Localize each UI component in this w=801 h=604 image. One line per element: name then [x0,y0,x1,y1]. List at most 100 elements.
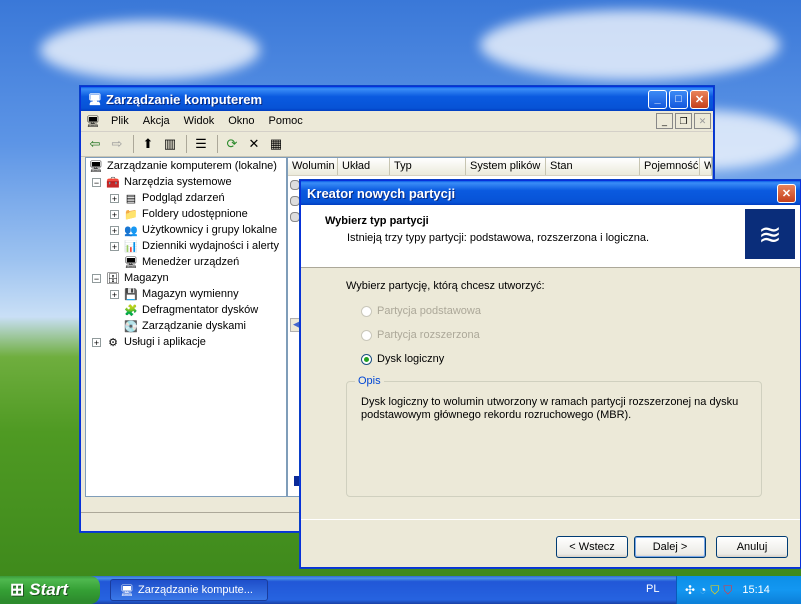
tree-node-icon: 👥 [124,224,138,237]
menubar: 🖥 Plik Akcja Widok Okno Pomoc _ ❐ ✕ [81,111,713,132]
wizard-close-button[interactable]: ✕ [777,183,796,203]
column-header-row: Wolumin Układ Typ System plików Stan Poj… [288,158,712,176]
child-restore-button[interactable]: ❐ [675,113,692,129]
main-titlebar[interactable]: 🖥 Zarządzanie komputerem _ □ ✕ [81,87,713,111]
column-header[interactable]: Typ [390,158,466,175]
delete-icon[interactable]: ✕ [244,134,264,154]
group-label: Opis [355,375,384,387]
task-label: Zarządzanie kompute... [138,584,253,596]
tree-node[interactable]: − 🧰 Narzędzia systemowe [86,174,286,190]
tree-node-icon: ⚙ [108,336,118,349]
tree-node[interactable]: − 🗄 Magazyn [86,270,286,286]
disk-stack-icon: ≋ [745,209,795,259]
expand-icon[interactable]: + [110,193,119,203]
tree-node[interactable]: 💽 Zarządzanie dyskami [86,318,286,334]
expand-icon[interactable]: + [92,337,101,347]
column-header[interactable]: Pojemność [640,158,700,175]
volume-rows [290,180,300,222]
minimize-button[interactable]: _ [648,89,667,109]
tree-node[interactable]: 🖥 Menedżer urządzeń [86,254,286,270]
expand-icon[interactable]: + [110,289,119,299]
cancel-button[interactable]: Anuluj [716,536,788,558]
radio-button[interactable] [361,305,372,317]
menu-okno[interactable]: Okno [221,115,261,127]
expand-icon[interactable]: + [110,209,119,219]
cloud [480,10,780,80]
radio-label: Partycja podstawowa [377,305,481,317]
properties-icon[interactable]: ☰ [191,134,211,154]
menu-pomoc[interactable]: Pomoc [262,115,310,127]
description-text: Dysk logiczny to wolumin utworzony w ram… [361,396,739,421]
tree-node[interactable]: + ⚙ Usługi i aplikacje [86,334,286,350]
back-button[interactable]: < Wstecz [556,536,628,558]
radio-button[interactable] [361,329,372,341]
disk-icon [290,180,300,190]
tree-node[interactable]: + ▤ Podgląd zdarzeń [86,190,286,206]
tree-node-icon: 🖥 [89,160,103,173]
maximize-button[interactable]: □ [669,89,688,109]
tree-node-icon: 🗄 [106,272,120,285]
tree-node-label: Foldery udostępnione [142,208,248,220]
alert-shield-icon[interactable]: ⛉ [723,583,732,598]
tree-node[interactable]: + 📊 Dzienniki wydajności i alerty [86,238,286,254]
export-icon[interactable]: ▦ [266,134,286,154]
radio-logical-drive[interactable]: Dysk logiczny [361,351,481,367]
radio-button[interactable] [361,353,372,365]
console-tree: 🖥 Zarządzanie komputerem (lokalne) − 🧰 Narzę… [85,157,287,497]
taskbar-item-computer-management[interactable]: 🖥 Zarządzanie kompute... [110,579,268,601]
up-folder-icon[interactable]: ⬆ [138,134,158,154]
speaker-icon[interactable]: ◔ [699,583,706,597]
radio-primary-partition[interactable]: Partycja podstawowa [361,303,481,319]
tree-node[interactable]: 🖥 Zarządzanie komputerem (lokalne) [86,158,286,174]
show-tree-icon[interactable]: ▥ [160,134,180,154]
tree-node-icon: ▤ [125,192,137,205]
tree-node[interactable]: + 📁 Foldery udostępnione [86,206,286,222]
wizard-heading: Wybierz typ partycji [325,215,429,227]
child-minimize-button[interactable]: _ [656,113,673,129]
back-arrow-icon[interactable]: ⇦ [85,134,105,154]
expand-icon[interactable]: + [110,225,119,235]
tree-node-icon: 🧩 [124,304,138,317]
tree-node[interactable]: + 👥 Użytkownicy i grupy lokalne [86,222,286,238]
expand-icon[interactable]: + [110,241,119,251]
toolbar-separator [217,135,218,153]
language-indicator[interactable]: PL [646,583,659,595]
tree-node-label: Magazyn [124,272,169,284]
wizard-footer: < Wstecz Dalej > Anuluj [301,519,800,568]
column-header[interactable]: W [700,158,712,175]
radio-extended-partition[interactable]: Partycja rozszerzona [361,327,481,343]
tree-node[interactable]: 🧩 Defragmentator dysków [86,302,286,318]
tree-node-icon: 🖥 [124,256,138,269]
menu-widok[interactable]: Widok [177,115,222,127]
radio-label: Partycja rozszerzona [377,329,480,341]
close-button[interactable]: ✕ [690,89,709,109]
tree-node-label: Menedżer urządzeń [142,256,240,268]
tree-node-label: Zarządzanie dyskami [142,320,246,332]
wizard-title: Kreator nowych partycji [307,185,456,201]
column-header[interactable]: Stan [546,158,640,175]
tree-node-label: Defragmentator dysków [142,304,259,316]
tree-node-label: Usługi i aplikacje [124,336,206,348]
menu-plik[interactable]: Plik [104,115,136,127]
next-button[interactable]: Dalej > [634,536,706,558]
tree-node[interactable]: + 💾 Magazyn wymienny [86,286,286,302]
collapse-icon[interactable]: − [92,273,101,283]
network-icon[interactable]: ✣ [685,583,695,597]
security-shield-icon[interactable]: ⛉ [710,583,719,598]
menu-akcja[interactable]: Akcja [136,115,177,127]
start-button[interactable]: ⊞ Start [0,576,100,604]
description-group: Opis Dysk logiczny to wolumin utworzony … [346,375,762,497]
wizard-subheading: Istnieją trzy typy partycji: podstawowa,… [347,232,650,244]
forward-arrow-icon[interactable]: ⇨ [107,134,127,154]
wizard-titlebar[interactable]: Kreator nowych partycji ✕ [301,181,800,205]
column-header[interactable]: Układ [338,158,390,175]
windows-logo-icon: ⊞ [10,580,25,599]
refresh-icon[interactable]: ⟳ [222,134,242,154]
child-close-button[interactable]: ✕ [694,113,711,129]
collapse-icon[interactable]: − [92,177,101,187]
computer-icon: 🖥 [88,93,102,106]
column-header[interactable]: Wolumin [288,158,338,175]
column-header[interactable]: System plików [466,158,546,175]
